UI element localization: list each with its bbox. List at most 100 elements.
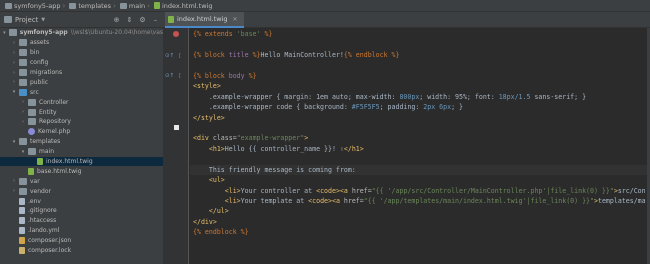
code-line[interactable]: <li>Your controller at <code><a href="{{…	[193, 186, 646, 196]
chevron-right-icon: ›	[147, 1, 150, 10]
tree-item[interactable]: › config	[0, 58, 163, 68]
globe-icon[interactable]: ⊕	[112, 15, 121, 24]
code-line[interactable]: {% endblock %}	[193, 227, 646, 237]
breadcrumb-item-project[interactable]: symfony5-app	[2, 2, 61, 10]
tree-item-label: templates	[30, 138, 61, 146]
tree-item[interactable]: › Repository	[0, 117, 163, 127]
tree-item[interactable]: .htaccess	[0, 216, 163, 226]
chevron-right-icon[interactable]: ›	[11, 70, 17, 76]
code-line[interactable]: .example-wrapper code { background: #F5F…	[193, 102, 646, 112]
override-marker-icon[interactable]: ⊙↑	[165, 73, 174, 79]
tree-item[interactable]: › assets	[0, 38, 163, 48]
tree-item[interactable]: › Controller	[0, 97, 163, 107]
close-icon[interactable]: ✕	[233, 16, 238, 23]
gear-icon[interactable]: ⚙	[138, 15, 147, 24]
tree-item[interactable]: › migrations	[0, 68, 163, 78]
code-token: Hello {{ controller_name }}!	[224, 144, 340, 153]
project-panel: Project ▼ ⊕ ⇕ ⚙ – ▾ symfony5-app \\wsl$\Ub…	[0, 12, 163, 264]
generic-file-icon	[19, 207, 25, 215]
code-line[interactable]: {% extends 'base' %}	[193, 29, 646, 39]
code-line[interactable]: {% block title %}Hello MainController!{%…	[193, 50, 646, 60]
code-line[interactable]: {% block body %}	[193, 71, 646, 81]
code-line[interactable]	[193, 123, 646, 133]
code-editor[interactable]: {% extends 'base' %} {% block title %}He…	[190, 28, 650, 264]
code-content[interactable]: {% extends 'base' %} {% block title %}He…	[193, 29, 646, 238]
chevron-down-icon[interactable]: ▾	[11, 139, 17, 145]
color-swatch-icon[interactable]	[174, 125, 179, 130]
chevron-down-icon[interactable]: ▾	[11, 89, 17, 95]
code-token: {% endblock %}	[193, 228, 249, 237]
breadcrumb-item-main[interactable]: main	[117, 2, 145, 10]
tree-item[interactable]: › Entity	[0, 107, 163, 117]
fold-icon[interactable]: [	[179, 53, 181, 59]
folder-icon	[28, 98, 36, 106]
tree-item[interactable]: Kernel.php	[0, 127, 163, 137]
tree-item[interactable]: composer.lock	[0, 246, 163, 256]
code-line[interactable]	[193, 154, 646, 164]
folder-icon	[19, 138, 27, 146]
chevron-down-icon[interactable]: ▾	[20, 149, 26, 155]
tree-item[interactable]: › public	[0, 77, 163, 87]
tree-item[interactable]: base.html.twig	[0, 166, 163, 176]
override-marker-icon[interactable]: ⊙↑	[165, 53, 174, 59]
tree-item[interactable]: .lando.yml	[0, 226, 163, 236]
tree-item[interactable]: › vendor	[0, 186, 163, 196]
chevron-right-icon[interactable]: ›	[20, 119, 26, 125]
tree-item-label: .lando.yml	[28, 227, 60, 235]
chevron-right-icon[interactable]: ›	[11, 40, 17, 46]
chevron-right-icon[interactable]: ›	[20, 109, 26, 115]
chevron-right-icon[interactable]: ›	[20, 99, 26, 105]
tree-item[interactable]: › bin	[0, 48, 163, 58]
code-line[interactable]: <li>Your template at <code><a href="{{ '…	[193, 196, 646, 206]
chevron-right-icon[interactable]: ›	[11, 188, 17, 194]
chevron-right-icon[interactable]: ›	[11, 79, 17, 85]
folder-icon	[19, 49, 27, 57]
code-line[interactable]	[193, 39, 646, 49]
breadcrumb-item-file[interactable]: index.html.twig	[151, 2, 212, 10]
tree-item[interactable]: ▾ main	[0, 147, 163, 157]
code-line[interactable]: <style>	[193, 81, 646, 91]
breakpoint-icon[interactable]	[173, 31, 179, 37]
code-line[interactable]: </div>	[193, 217, 646, 227]
breadcrumb: symfony5-app › templates › main › index.…	[0, 0, 650, 12]
folder-icon	[19, 39, 27, 47]
chevron-right-icon[interactable]: ›	[11, 178, 17, 184]
folder-icon	[19, 88, 27, 96]
tree-item[interactable]: composer.json	[0, 236, 163, 246]
chevron-down-icon[interactable]: ▼	[41, 17, 45, 23]
tree-item[interactable]: ▾ src	[0, 87, 163, 97]
fold-icon[interactable]: [	[179, 73, 181, 79]
chevron-right-icon[interactable]: ›	[11, 60, 17, 66]
code-line[interactable]	[193, 60, 646, 70]
code-token: "{{ '/app/src/Controller/MainController.…	[371, 186, 614, 195]
code-line[interactable]: </ul>	[193, 206, 646, 216]
code-token: </ul>	[208, 207, 229, 216]
code-line[interactable]: <div class="example-wrapper">	[193, 133, 646, 143]
tree-item[interactable]: .env	[0, 196, 163, 206]
minimize-icon[interactable]: –	[151, 15, 160, 24]
code-line[interactable]: This friendly message is coming from:	[193, 165, 646, 175]
tree-item[interactable]: › var	[0, 176, 163, 186]
tree-item[interactable]: index.html.twig	[0, 156, 163, 167]
breadcrumb-item-templates[interactable]: templates	[66, 2, 111, 10]
code-line[interactable]: <ul>	[193, 175, 646, 185]
tree-item[interactable]: ▾ symfony5-app \\wsl$\Ubuntu-20.04\home\va…	[0, 28, 163, 38]
php-file-icon	[28, 128, 35, 136]
chevron-down-icon[interactable]: ▾	[2, 30, 7, 36]
project-view-selector[interactable]: Project	[15, 16, 38, 24]
tab-index-html-twig[interactable]: index.html.twig ✕	[165, 12, 244, 28]
folder-icon	[28, 148, 36, 156]
twig-file-icon	[153, 2, 160, 9]
code-line[interactable]: </style>	[193, 113, 646, 123]
tree-item[interactable]: .gitignore	[0, 206, 163, 216]
split-icon[interactable]: ⇕	[125, 15, 134, 24]
tree-item-label: composer.lock	[28, 247, 72, 255]
tree-item[interactable]: ▾ templates	[0, 137, 163, 147]
code-line[interactable]: <h1>Hello {{ controller_name }}! ✌</h1>	[193, 144, 646, 154]
tree-item-label: .gitignore	[28, 207, 57, 215]
chevron-right-icon[interactable]: ›	[11, 50, 17, 56]
twig-file-icon	[37, 158, 43, 166]
code-line[interactable]: .example-wrapper { margin: 1em auto; max…	[193, 92, 646, 102]
